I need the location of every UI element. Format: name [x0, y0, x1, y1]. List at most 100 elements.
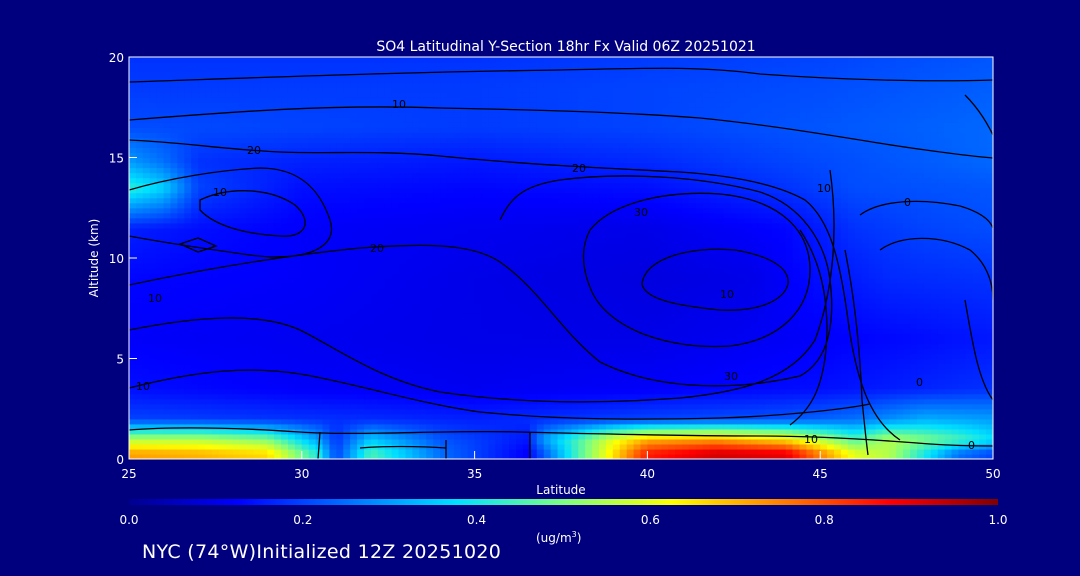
field-cell	[522, 393, 531, 400]
field-cell	[688, 328, 697, 334]
field-cell	[695, 323, 704, 329]
field-cell	[225, 338, 234, 345]
field-cell	[557, 298, 566, 304]
field-cell	[177, 348, 185, 355]
field-cell	[592, 408, 600, 415]
field-cell	[668, 278, 676, 284]
field-cell	[536, 358, 545, 365]
field-cell	[661, 358, 669, 365]
field-cell	[910, 403, 918, 410]
field-cell	[405, 273, 413, 279]
field-cell	[599, 448, 607, 455]
field-cell	[571, 268, 579, 274]
field-cell	[301, 438, 310, 445]
field-cell	[854, 258, 863, 264]
field-cell	[287, 373, 296, 380]
field-cell	[308, 423, 317, 430]
field-cell	[253, 343, 261, 350]
field-cell	[723, 318, 731, 324]
field-cell	[688, 298, 697, 304]
field-cell	[142, 283, 151, 289]
field-cell	[529, 268, 538, 274]
field-cell	[937, 273, 946, 279]
field-cell	[336, 418, 344, 425]
field-cell	[260, 423, 268, 430]
field-cell	[191, 323, 199, 329]
field-cell	[612, 278, 621, 284]
field-cell	[875, 358, 884, 365]
field-cell	[827, 373, 835, 380]
field-cell	[930, 338, 939, 345]
field-cell	[550, 283, 559, 289]
field-cell	[142, 268, 151, 274]
field-cell	[467, 333, 476, 339]
field-cell	[764, 288, 773, 294]
field-cell	[764, 338, 773, 345]
field-cell	[986, 333, 993, 339]
field-cell	[357, 283, 365, 289]
field-cell	[211, 363, 220, 370]
field-cell	[205, 443, 213, 450]
field-cell	[287, 358, 296, 365]
field-cell	[467, 363, 476, 370]
field-cell	[564, 313, 572, 319]
field-cell	[336, 273, 344, 279]
field-cell	[889, 378, 897, 385]
field-cell	[516, 328, 524, 334]
field-cell	[294, 258, 303, 264]
field-cell	[944, 273, 953, 279]
field-cell	[419, 293, 427, 299]
field-cell	[495, 268, 503, 274]
field-cell	[958, 443, 966, 450]
field-cell	[564, 383, 572, 390]
field-cell	[716, 433, 725, 440]
field-cell	[868, 283, 877, 289]
field-cell	[688, 368, 697, 375]
field-cell	[771, 443, 780, 450]
field-cell	[446, 268, 455, 274]
field-cell	[737, 263, 745, 269]
field-cell	[668, 368, 676, 375]
field-cell	[986, 418, 993, 425]
field-cell	[965, 263, 973, 269]
field-cell	[267, 413, 275, 420]
field-cell	[322, 288, 331, 294]
field-cell	[294, 393, 303, 400]
field-cell	[322, 283, 331, 289]
field-cell	[156, 388, 165, 395]
field-cell	[757, 358, 766, 365]
field-cell	[294, 448, 303, 455]
field-cell	[916, 268, 925, 274]
field-cell	[592, 423, 600, 430]
field-cell	[225, 288, 234, 294]
field-cell	[343, 433, 351, 440]
field-cell	[847, 438, 856, 445]
field-cell	[640, 308, 648, 314]
field-cell	[163, 418, 172, 425]
field-cell	[329, 328, 337, 334]
field-cell	[647, 358, 655, 365]
field-cell	[170, 403, 178, 410]
field-cell	[751, 273, 759, 279]
field-cell	[232, 338, 241, 345]
field-cell	[612, 438, 621, 445]
field-cell	[343, 318, 351, 324]
field-cell	[135, 273, 144, 279]
field-cell	[156, 408, 165, 415]
field-cell	[744, 423, 752, 430]
field-cell	[336, 358, 344, 365]
field-cell	[599, 313, 607, 319]
field-cell	[764, 398, 773, 405]
field-cell	[896, 448, 904, 455]
field-cell	[923, 268, 932, 274]
field-cell	[709, 433, 718, 440]
field-cell	[668, 428, 676, 435]
field-cell	[274, 328, 282, 334]
field-cell	[910, 278, 918, 284]
field-cell	[792, 333, 801, 339]
field-cell	[896, 408, 904, 415]
field-cell	[681, 363, 690, 370]
field-cell	[951, 363, 960, 370]
field-cell	[184, 418, 192, 425]
field-cell	[820, 283, 828, 289]
